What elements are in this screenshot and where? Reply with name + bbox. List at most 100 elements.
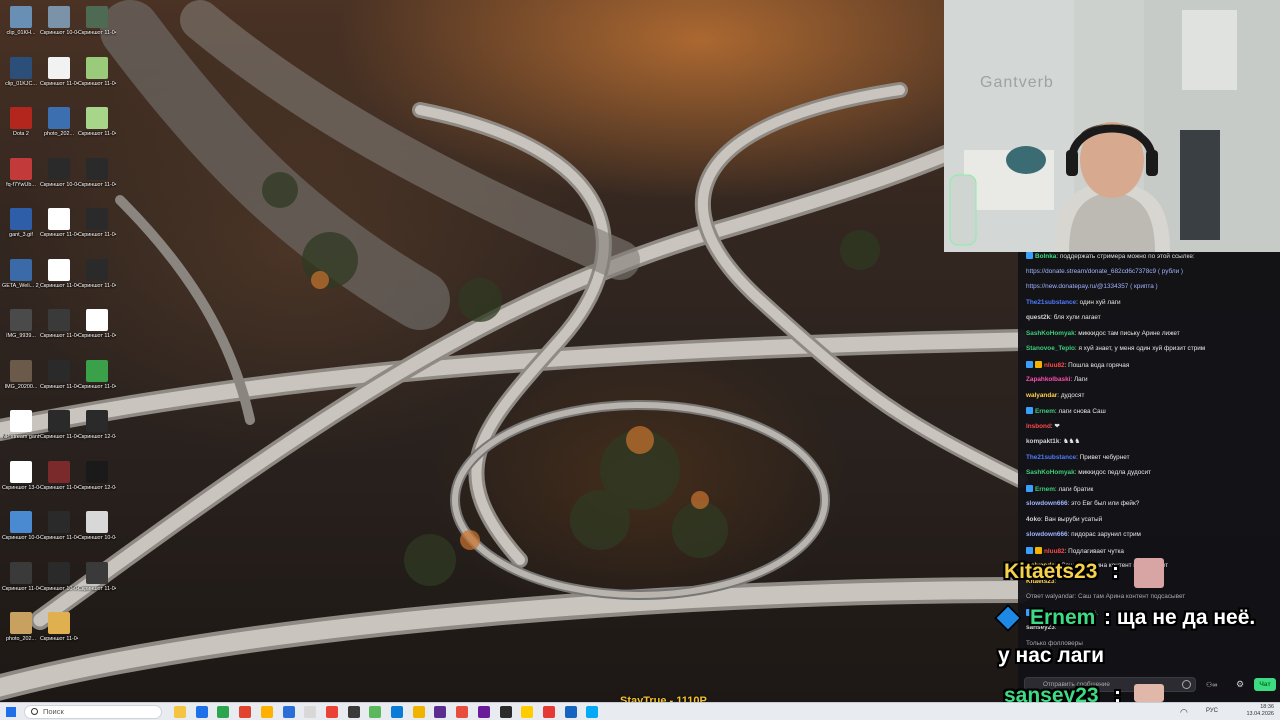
app-icon[interactable] xyxy=(434,706,447,718)
wifi-icon[interactable]: ◠ xyxy=(1180,707,1188,718)
chat-username[interactable]: The21substance xyxy=(1026,299,1076,306)
chat-username[interactable]: quest2k xyxy=(1026,314,1050,321)
overlay-avatar-kitaets xyxy=(1134,558,1164,588)
store-icon[interactable] xyxy=(239,706,252,718)
chat-username[interactable]: Zapahkolbaski xyxy=(1026,376,1070,383)
app-icon[interactable] xyxy=(391,706,403,718)
desktop-icon[interactable]: Скриншот 11-04-20... xyxy=(40,309,78,340)
desktop-icon[interactable]: Скриншот 10-04-20... xyxy=(78,511,116,542)
desktop-icon[interactable]: Скриншот 11-04-20... xyxy=(40,460,78,492)
desktop-icon[interactable]: Скриншот 11-04-20... xyxy=(40,410,78,441)
desktop-icon[interactable]: Скриншот 11-04-20... xyxy=(2,561,40,593)
app-icon[interactable] xyxy=(325,706,338,718)
desktop-icon[interactable]: Скриншот 11-04-20... xyxy=(78,107,116,138)
app-icon[interactable] xyxy=(456,706,469,718)
files-icon[interactable] xyxy=(260,706,273,718)
desktop-icon[interactable]: Скриншот 12-04-20... xyxy=(78,410,116,441)
desktop-icon-label: NP stream gantver1... xyxy=(2,434,40,440)
app-icon[interactable] xyxy=(542,706,555,718)
app-icon[interactable] xyxy=(412,706,425,718)
desktop-icon[interactable]: Скриншот 13-04-20... xyxy=(2,460,40,492)
chat-message-text: Ответ walyandar: Саш там Арина контент п… xyxy=(1026,593,1186,600)
chat-username[interactable]: nluu82 xyxy=(1044,362,1065,369)
photos-icon[interactable] xyxy=(282,706,295,718)
chat-username[interactable]: slowdown666 xyxy=(1026,531,1068,538)
desktop-icon[interactable]: IMG_20200... xyxy=(2,359,40,391)
desktop-icon[interactable]: Скриншот 11-04-20... xyxy=(40,511,78,542)
desktop-icon[interactable]: Скриншот 11-04-20... xyxy=(40,359,78,391)
desktop-icon[interactable]: Dota 2 xyxy=(2,107,40,138)
chat-username[interactable]: slowdown666 xyxy=(1026,500,1068,507)
desktop-icon[interactable]: Скриншот 10-04-20... xyxy=(40,157,78,189)
desktop-icon[interactable]: Скриншот 11-04-20... xyxy=(78,56,116,88)
file-thumbnail-icon xyxy=(10,107,32,129)
chat-username[interactable]: kompakt1k xyxy=(1026,438,1059,445)
desktop-icon[interactable]: Скриншот 12-04-20... xyxy=(78,460,116,492)
settings-gear-icon[interactable]: ⚙ xyxy=(1236,679,1244,690)
desktop-icon[interactable]: Скриншот 11-04-20... xyxy=(78,561,116,593)
desktop-icon[interactable]: gant_3.gif xyxy=(2,208,40,239)
chat-message: walyandar: дудосят xyxy=(1026,392,1276,400)
chat-username[interactable]: SashKoHomyak xyxy=(1026,469,1075,476)
chat-link[interactable]: https://donate.stream/donate_682cd6c7378… xyxy=(1026,268,1183,275)
desktop-icon[interactable]: NP stream gantver1... xyxy=(2,410,40,441)
desktop-icon[interactable]: Скриншот 10-04-20... xyxy=(2,511,40,542)
desktop-icon[interactable]: photo_202... xyxy=(40,107,78,138)
desktop-icon[interactable]: Скриншот 11-04-20... xyxy=(78,309,116,340)
taskbar-search-input[interactable]: Поиск xyxy=(24,705,162,719)
desktop-icon[interactable]: Скриншот 11-04-20... xyxy=(40,258,78,290)
file-thumbnail-icon xyxy=(10,460,32,483)
desktop-icon[interactable]: clip_01KH... xyxy=(2,6,40,37)
chat-username[interactable]: Ernem xyxy=(1035,408,1055,415)
desktop-icon[interactable]: Скриншот 11-04-20... xyxy=(78,208,116,239)
chat-username[interactable]: The21substance xyxy=(1026,454,1076,461)
app-icon[interactable] xyxy=(477,706,490,718)
app-icon[interactable] xyxy=(347,706,360,718)
app-icon[interactable] xyxy=(521,706,534,718)
desktop-icon[interactable]: Скриншот 10-04-20... xyxy=(40,561,78,593)
chat-username[interactable]: Bolnka xyxy=(1035,253,1056,260)
desktop-icon[interactable]: Скриншот 11-04-20... xyxy=(40,612,78,643)
chrome-icon[interactable] xyxy=(304,706,317,718)
chat-username[interactable]: Stanovoe_Teplo xyxy=(1026,345,1075,352)
language-indicator[interactable]: РУС xyxy=(1206,708,1218,714)
desktop-icon[interactable]: IMG_9939... xyxy=(2,309,40,340)
desktop-icon[interactable]: Скриншот 10-04-20... xyxy=(40,6,78,37)
desktop-icon[interactable]: Скриншот 11-04-20... xyxy=(78,359,116,391)
desktop-icon[interactable]: Скриншот 11-04-20... xyxy=(78,157,116,189)
desktop-icon[interactable]: fq-f7YwUb... xyxy=(2,157,40,189)
desktop-icon[interactable]: photo_202... xyxy=(2,612,40,643)
chat-username[interactable]: nluu82 xyxy=(1044,548,1065,555)
app-icon[interactable] xyxy=(564,706,577,718)
app-icon[interactable] xyxy=(499,706,512,718)
desktop-icon[interactable]: GETA_Weli... 2_gantver... xyxy=(2,258,40,290)
desktop-icon[interactable]: Скриншот 11-04-20... xyxy=(78,6,116,37)
file-thumbnail-icon xyxy=(86,460,108,483)
chat-send-button[interactable]: Чат xyxy=(1254,678,1276,691)
clock[interactable]: 18:36 13.04.2026 xyxy=(1246,704,1274,718)
chat-username[interactable]: walyandar xyxy=(1026,392,1057,399)
explorer-icon[interactable] xyxy=(217,706,230,718)
desktop-icon[interactable]: Скриншот 11-04-20... xyxy=(78,258,116,290)
app-icon[interactable] xyxy=(369,706,382,718)
taskview-icon[interactable] xyxy=(174,706,186,718)
windows-start-icon[interactable] xyxy=(6,707,16,717)
file-thumbnail-icon xyxy=(86,359,108,382)
edge-icon[interactable] xyxy=(195,706,208,718)
chat-username[interactable]: lnsbond xyxy=(1026,423,1051,430)
desktop-icon[interactable]: Скриншот 11-04-20... xyxy=(40,208,78,239)
chat-message: Ernem: лаги братик xyxy=(1026,484,1276,494)
points-icon[interactable]: ⚇∞ xyxy=(1206,681,1217,689)
file-thumbnail-icon xyxy=(48,460,70,483)
chat-username[interactable]: Ernem xyxy=(1035,486,1055,493)
chat-username[interactable]: 4oko xyxy=(1026,516,1041,523)
desktop-icon[interactable]: clip_01KJC... xyxy=(2,56,40,88)
app-icon[interactable] xyxy=(586,706,599,718)
overlay-line3-text: у нас лаги xyxy=(998,644,1105,667)
desktop-icon-label: fq-f7YwUb... xyxy=(6,181,36,188)
desktop-icon[interactable]: Скриншот 11-04-20... xyxy=(40,56,78,88)
chat-link[interactable]: https://new.donatepay.ru/@1334357 ( крип… xyxy=(1026,283,1158,290)
desktop-icon-label: Скриншот 11-04-20... xyxy=(78,131,116,137)
emote-icon[interactable] xyxy=(1182,680,1191,689)
chat-username[interactable]: SashKoHomyak xyxy=(1026,330,1075,337)
